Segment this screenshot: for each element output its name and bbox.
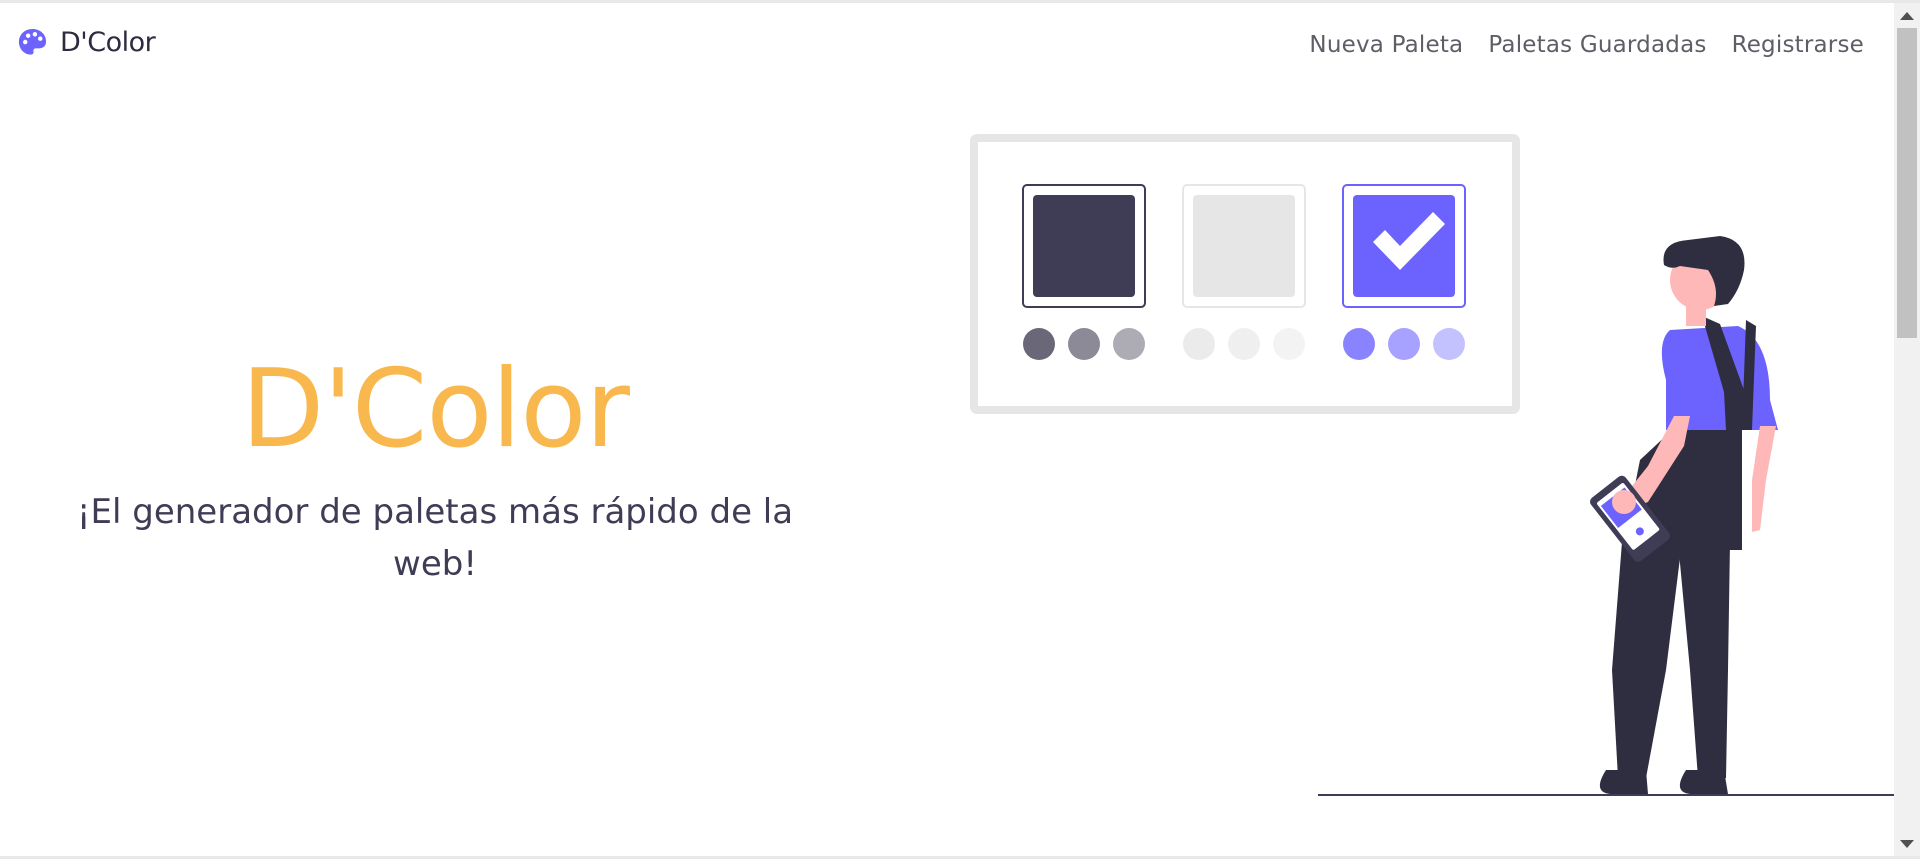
swatch-main-dark <box>1033 195 1135 297</box>
navbar: D'Color Nueva Paleta Paletas Guardadas R… <box>0 3 1894 89</box>
brand-name: D'Color <box>60 27 156 58</box>
brand-link[interactable]: D'Color <box>17 27 156 58</box>
hero-subtitle: ¡El generador de paletas más rápido de l… <box>76 492 794 584</box>
swatch-main-light <box>1193 195 1295 297</box>
swatch-dot <box>1388 328 1420 360</box>
swatch-card-purple-selected <box>1342 184 1466 360</box>
page: D'Color Nueva Paleta Paletas Guardadas R… <box>0 0 1920 859</box>
swatch-dot <box>1343 328 1375 360</box>
swatch-dot <box>1228 328 1260 360</box>
scroll-down-arrow-icon[interactable] <box>1900 840 1914 848</box>
palette-icon <box>18 28 47 55</box>
person-figure <box>1590 236 1778 794</box>
scrollbar-thumb[interactable] <box>1897 28 1917 338</box>
swatch-card-light <box>1182 184 1306 360</box>
swatch-dot <box>1023 328 1055 360</box>
swatch-dot <box>1433 328 1465 360</box>
swatch-dot <box>1273 328 1305 360</box>
nav-link-nueva-paleta[interactable]: Nueva Paleta <box>1309 32 1463 58</box>
swatch-dot <box>1183 328 1215 360</box>
scroll-up-arrow-icon[interactable] <box>1900 12 1914 20</box>
swatch-card-dark <box>1022 184 1146 360</box>
nav-link-paletas-guardadas[interactable]: Paletas Guardadas <box>1488 32 1706 58</box>
swatch-dot <box>1068 328 1100 360</box>
swatch-dot <box>1113 328 1145 360</box>
person-choosing-palette-illustration <box>970 134 1896 796</box>
hero-title: D'Color <box>241 347 630 472</box>
nav-links: Nueva Paleta Paletas Guardadas Registrar… <box>1309 32 1864 58</box>
nav-link-registrarse[interactable]: Registrarse <box>1732 32 1864 58</box>
